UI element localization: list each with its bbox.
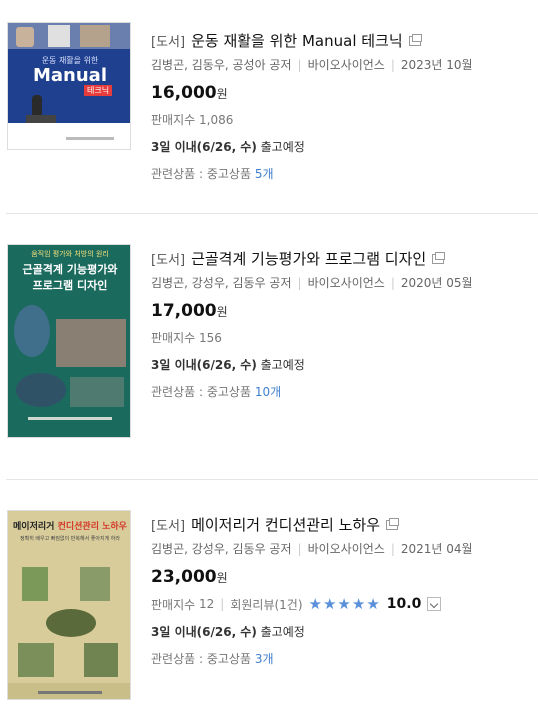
category-label: [도서] bbox=[151, 252, 186, 268]
ship-status: 출고예정 bbox=[256, 140, 305, 154]
authors-link[interactable]: 김병곤, 강성우, 김동우 공저 bbox=[151, 276, 292, 290]
publish-date: 2020년 05월 bbox=[400, 276, 473, 290]
authors-link[interactable]: 김병곤, 강성우, 김동우 공저 bbox=[151, 542, 292, 556]
book-cover-3[interactable]: 메이저리거 컨디션관리 노하우 정확히 배우고 빠짐없이 반복해서 좋아지게 하… bbox=[7, 510, 131, 700]
sales-label: 판매지수 bbox=[151, 331, 196, 345]
ship-status: 출고예정 bbox=[256, 625, 305, 639]
price-value: 23,000 bbox=[151, 567, 217, 587]
title-row: [도서] 운동 재활을 위한 Manual 테크닉 bbox=[151, 28, 531, 52]
sales-label: 판매지수 bbox=[151, 113, 196, 127]
book-cover-2[interactable]: 움직임 평가와 처방의 원리 근골격계 기능평가와 프로그램 디자인 bbox=[7, 244, 131, 438]
related-count-link[interactable]: 5개 bbox=[255, 167, 274, 181]
category-label: [도서] bbox=[151, 518, 186, 534]
new-window-icon[interactable] bbox=[432, 252, 446, 264]
related-label: 관련상품 : 중고상품 bbox=[151, 167, 255, 181]
related-count-link[interactable]: 3개 bbox=[255, 652, 274, 666]
related-count-link[interactable]: 10개 bbox=[255, 385, 281, 399]
shipping-info: 3일 이내(6/26, 수) 출고예정 bbox=[151, 623, 531, 640]
related-label: 관련상품 : 중고상품 bbox=[151, 652, 255, 666]
sales-value: 156 bbox=[199, 330, 222, 345]
book-meta: 김병곤, 강성우, 김동우 공저 | 바이오사이언스 | 2020년 05월 bbox=[151, 276, 473, 290]
price: 17,000원 bbox=[151, 301, 531, 321]
chevron-down-icon[interactable] bbox=[427, 597, 442, 611]
publisher-link[interactable]: 바이오사이언스 bbox=[308, 58, 385, 72]
related-products: 관련상품 : 중고상품 3개 bbox=[151, 650, 531, 667]
product-item-2: 움직임 평가와 처방의 원리 근골격계 기능평가와 프로그램 디자인 [도서] … bbox=[0, 214, 538, 478]
price-unit: 원 bbox=[216, 305, 228, 319]
ship-date: 3일 이내(6/26, 수) bbox=[151, 625, 257, 639]
new-window-icon[interactable] bbox=[386, 518, 400, 530]
book-title-link[interactable]: 메이저리거 컨디션관리 노하우 bbox=[191, 514, 380, 535]
sales-value: 1,086 bbox=[199, 112, 234, 127]
authors-link[interactable]: 김병곤, 김동우, 공성아 공저 bbox=[151, 58, 292, 72]
sales-index: 판매지수 1,086 bbox=[151, 111, 531, 128]
cover-sub-text: 정확히 배우고 빠짐없이 반복해서 좋아지게 하라 bbox=[20, 536, 120, 542]
price-value: 16,000 bbox=[151, 83, 217, 103]
book-title-link[interactable]: 운동 재활을 위한 Manual 테크닉 bbox=[191, 30, 403, 51]
product-item-3: 메이저리거 컨디션관리 노하우 정확히 배우고 빠짐없이 반복해서 좋아지게 하… bbox=[0, 480, 538, 714]
review-count-link[interactable]: 회원리뷰(1건) bbox=[230, 596, 302, 613]
cover-main-text: 근골격계 기능평가와 bbox=[22, 263, 118, 276]
category-label: [도서] bbox=[151, 34, 186, 50]
publish-date: 2021년 04월 bbox=[400, 542, 473, 556]
sales-index: 판매지수 12 | 회원리뷰(1건) ★★★★★ 10.0 bbox=[151, 595, 531, 613]
rating-stars-icon: ★★★★★ bbox=[308, 595, 381, 613]
book-title-link[interactable]: 근골격계 기능평가와 프로그램 디자인 bbox=[191, 248, 426, 269]
shipping-info: 3일 이내(6/26, 수) 출고예정 bbox=[151, 138, 531, 155]
cover-sub-text: 프로그램 디자인 bbox=[32, 279, 108, 292]
sales-index: 판매지수 156 bbox=[151, 329, 531, 346]
price: 16,000원 bbox=[151, 83, 531, 103]
related-label: 관련상품 : 중고상품 bbox=[151, 385, 255, 399]
book-meta: 김병곤, 강성우, 김동우 공저 | 바이오사이언스 | 2021년 04월 bbox=[151, 542, 473, 556]
ship-date: 3일 이내(6/26, 수) bbox=[151, 358, 257, 372]
price: 23,000원 bbox=[151, 567, 531, 587]
title-row: [도서] 근골격계 기능평가와 프로그램 디자인 bbox=[151, 246, 531, 270]
price-unit: 원 bbox=[216, 87, 228, 101]
publish-date: 2023년 10월 bbox=[400, 58, 473, 72]
cover-top-text: 움직임 평가와 처방의 원리 bbox=[31, 250, 109, 258]
sales-value: 12 bbox=[199, 597, 215, 611]
book-cover-1[interactable]: 운동 재활을 위한 Manual 테크닉 bbox=[7, 22, 131, 150]
cover-accent-text: 컨디션관리 노하우 bbox=[57, 522, 127, 532]
cover-main-text: 메이저리거 bbox=[13, 522, 55, 532]
rating-score: 10.0 bbox=[386, 596, 422, 612]
related-products: 관련상품 : 중고상품 10개 bbox=[151, 383, 531, 400]
ship-date: 3일 이내(6/26, 수) bbox=[151, 140, 257, 154]
related-products: 관련상품 : 중고상품 5개 bbox=[151, 165, 531, 182]
cover-badge: 테크닉 bbox=[84, 85, 113, 96]
ship-status: 출고예정 bbox=[256, 358, 305, 372]
publisher-link[interactable]: 바이오사이언스 bbox=[308, 276, 385, 290]
new-window-icon[interactable] bbox=[408, 34, 422, 46]
title-row: [도서] 메이저리거 컨디션관리 노하우 bbox=[151, 512, 531, 536]
price-value: 17,000 bbox=[151, 301, 217, 321]
price-unit: 원 bbox=[216, 571, 228, 585]
sales-label: 판매지수 bbox=[151, 597, 196, 612]
book-meta: 김병곤, 김동우, 공성아 공저 | 바이오사이언스 | 2023년 10월 bbox=[151, 58, 473, 72]
cover-main-text: Manual bbox=[32, 65, 107, 86]
publisher-link[interactable]: 바이오사이언스 bbox=[308, 542, 385, 556]
shipping-info: 3일 이내(6/26, 수) 출고예정 bbox=[151, 356, 531, 373]
product-item-1: 운동 재활을 위한 Manual 테크닉 [도서] 운동 재활을 위한 Manu… bbox=[0, 0, 538, 210]
